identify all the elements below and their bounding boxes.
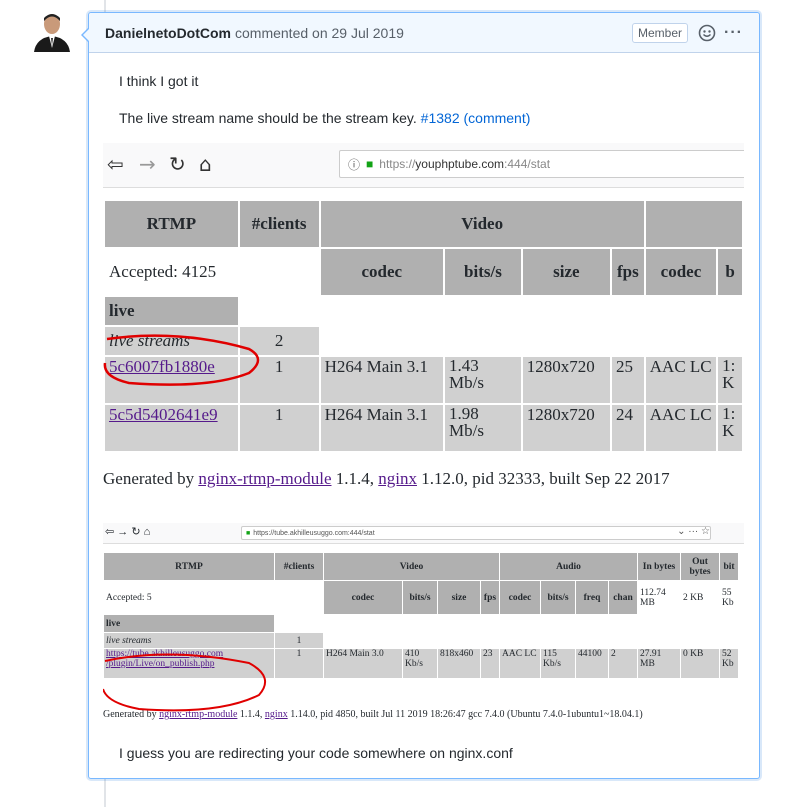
table-row: 5c5d5402641e9 1 H264 Main 3.1 1.98 Mb/s 1… (103, 403, 744, 453)
stat-screenshot-1: ⇦ → ↻ ⌂ ⓘ ■ https://youphptube.com:444/s… (103, 143, 744, 493)
issue-link[interactable]: #1382 (comment) (421, 110, 531, 126)
reload-icon: ↻ (169, 152, 186, 176)
stream-link[interactable]: https://tube.akhilleusuggo.com/plugin/Li… (106, 649, 223, 669)
app-live: live (103, 295, 240, 327)
address-bar: ■ https://tube.akhilleusuggo.com:444/stat (241, 526, 711, 540)
avatar[interactable] (28, 12, 76, 52)
lock-icon: ■ (246, 529, 251, 537)
add-reaction-icon[interactable] (698, 24, 716, 42)
comment-header: DanielnetoDotCom commented on 29 Jul 201… (89, 13, 759, 53)
col-video: Video (318, 199, 646, 249)
comment-paragraph-1: I think I got it (119, 73, 199, 89)
browser-toolbar: ⇦ → ↻ ⌂ ■ https://tube.akhilleusuggo.com:… (103, 523, 744, 544)
table-row: https://tube.akhilleusuggo.com/plugin/Li… (103, 648, 739, 679)
member-badge: Member (632, 22, 689, 43)
table-row: 5c6007fb1880e 1 H264 Main 3.1 1.43 Mb/s 1… (103, 355, 744, 405)
comment-author[interactable]: DanielnetoDotCom (105, 25, 231, 41)
nginx-rtmp-module-link[interactable]: nginx-rtmp-module (198, 469, 331, 488)
col-rtmp: RTMP (103, 199, 240, 249)
generated-footer: Generated by nginx-rtmp-module 1.1.4, ng… (103, 469, 670, 488)
nginx-link[interactable]: nginx (378, 469, 417, 488)
more-options-icon[interactable]: ··· (724, 24, 743, 42)
stat-screenshot-2: ⇦ → ↻ ⌂ ■ https://tube.akhilleusuggo.com:… (103, 523, 744, 723)
stat-table: RTMP #clients Video Audio In bytes Out b… (103, 552, 739, 679)
comment-box: DanielnetoDotCom commented on 29 Jul 201… (81, 12, 760, 779)
lock-icon: ■ (366, 157, 374, 171)
stream-link[interactable]: 5c6007fb1880e (109, 357, 215, 376)
accepted-count: Accepted: 4125 (103, 247, 321, 297)
nginx-link[interactable]: nginx (265, 709, 288, 720)
col-clients: #clients (237, 199, 321, 249)
info-icon: ⓘ (348, 157, 361, 172)
generated-footer: Generated by nginx-rtmp-module 1.1.4, ng… (103, 709, 643, 720)
page-actions-icon: ⌄ ··· ☆ (677, 526, 710, 537)
stat-table: RTMP #clients Video Accepted: 4125 codec… (103, 199, 744, 453)
back-icon: ⇦ → ↻ ⌂ (105, 526, 151, 538)
comment-timestamp[interactable]: commented on 29 Jul 2019 (235, 25, 404, 41)
address-bar: ⓘ ■ https://youphptube.com:444/stat (339, 150, 744, 178)
comment-paragraph-2: The live stream name should be the strea… (119, 110, 531, 126)
stream-link[interactable]: 5c5d5402641e9 (109, 405, 218, 424)
back-icon: ⇦ (107, 152, 124, 176)
forward-icon: → (139, 152, 156, 176)
home-icon: ⌂ (199, 152, 212, 176)
comment-paragraph-3: I guess you are redirecting your code so… (119, 745, 513, 761)
browser-toolbar: ⇦ → ↻ ⌂ ⓘ ■ https://youphptube.com:444/s… (103, 143, 744, 188)
nginx-rtmp-module-link[interactable]: nginx-rtmp-module (159, 709, 237, 720)
